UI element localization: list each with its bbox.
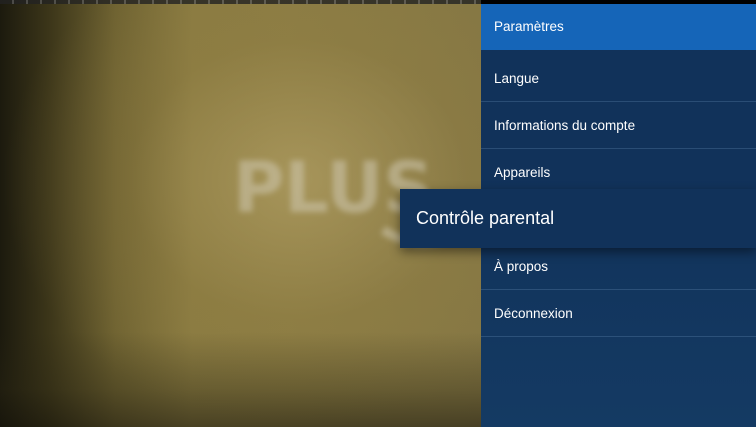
menu-item-informations-du-compte[interactable]: Informations du compte xyxy=(481,103,756,149)
settings-panel-title-label: Paramètres xyxy=(494,19,564,34)
menu-item-a-propos[interactable]: À propos xyxy=(481,244,756,290)
background-top-edge xyxy=(0,0,481,4)
menu-item-label: Déconnexion xyxy=(494,306,573,321)
menu-item-label: À propos xyxy=(494,259,549,274)
tv-settings-screen: PLUS Paramètres Langue Informations du c… xyxy=(0,0,756,427)
menu-item-label: Informations du compte xyxy=(494,118,636,133)
menu-item-langue[interactable]: Langue xyxy=(481,56,756,102)
menu-item-controle-parental[interactable]: Contrôle parental xyxy=(400,189,756,248)
menu-item-label: Langue xyxy=(494,71,540,86)
menu-item-deconnexion[interactable]: Déconnexion xyxy=(481,291,756,337)
menu-item-label-focused: Contrôle parental xyxy=(416,208,555,228)
settings-panel-title: Paramètres xyxy=(481,4,756,50)
